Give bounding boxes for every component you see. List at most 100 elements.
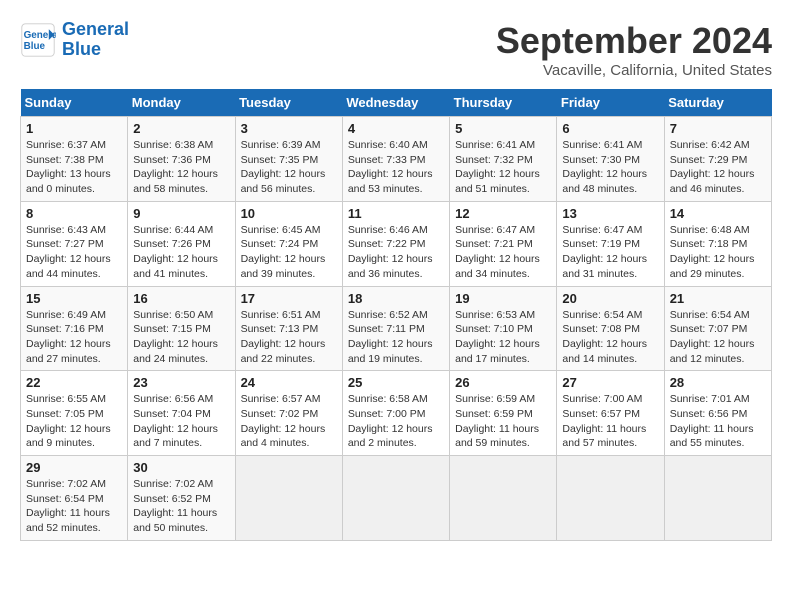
calendar-cell: 29 Sunrise: 7:02 AM Sunset: 6:54 PM Dayli… bbox=[21, 456, 128, 541]
calendar-cell bbox=[450, 456, 557, 541]
day-number: 2 bbox=[133, 121, 229, 136]
calendar-cell: 25 Sunrise: 6:58 AM Sunset: 7:00 PM Dayli… bbox=[342, 371, 449, 456]
calendar-week-row: 22 Sunrise: 6:55 AM Sunset: 7:05 PM Dayli… bbox=[21, 371, 772, 456]
calendar-cell: 1 Sunrise: 6:37 AM Sunset: 7:38 PM Daylig… bbox=[21, 117, 128, 202]
day-number: 19 bbox=[455, 291, 551, 306]
calendar-cell: 12Sunrise: 6:47 AM Sunset: 7:21 PM Dayli… bbox=[450, 201, 557, 286]
calendar-cell: 11 Sunrise: 6:46 AM Sunset: 7:22 PM Dayli… bbox=[342, 201, 449, 286]
day-info: Sunrise: 6:39 AM Sunset: 7:35 PM Dayligh… bbox=[241, 138, 337, 197]
day-number: 24 bbox=[241, 375, 337, 390]
calendar-cell: 17 Sunrise: 6:51 AM Sunset: 7:13 PM Dayli… bbox=[235, 286, 342, 371]
day-number: 15 bbox=[26, 291, 122, 306]
calendar-cell: 7 Sunrise: 6:42 AM Sunset: 7:29 PM Daylig… bbox=[664, 117, 771, 202]
day-info: Sunrise: 6:37 AM Sunset: 7:38 PM Dayligh… bbox=[26, 138, 122, 197]
calendar-cell: 22 Sunrise: 6:55 AM Sunset: 7:05 PM Dayli… bbox=[21, 371, 128, 456]
calendar-cell: 5 Sunrise: 6:41 AM Sunset: 7:32 PM Daylig… bbox=[450, 117, 557, 202]
title-block: September 2024 Vacaville, California, Un… bbox=[496, 20, 772, 79]
day-number: 7 bbox=[670, 121, 766, 136]
day-number: 29 bbox=[26, 460, 122, 475]
day-info: Sunrise: 6:51 AM Sunset: 7:13 PM Dayligh… bbox=[241, 308, 337, 367]
calendar-cell: 2 Sunrise: 6:38 AM Sunset: 7:36 PM Daylig… bbox=[128, 117, 235, 202]
day-number: 13 bbox=[562, 206, 658, 221]
calendar-header-row: SundayMondayTuesdayWednesdayThursdayFrid… bbox=[21, 89, 772, 117]
calendar-cell: 18 Sunrise: 6:52 AM Sunset: 7:11 PM Dayli… bbox=[342, 286, 449, 371]
day-info: Sunrise: 6:55 AM Sunset: 7:05 PM Dayligh… bbox=[26, 392, 122, 451]
day-number: 5 bbox=[455, 121, 551, 136]
calendar-cell: 15 Sunrise: 6:49 AM Sunset: 7:16 PM Dayli… bbox=[21, 286, 128, 371]
calendar-cell bbox=[342, 456, 449, 541]
day-info: Sunrise: 6:52 AM Sunset: 7:11 PM Dayligh… bbox=[348, 308, 444, 367]
calendar-cell: 8 Sunrise: 6:43 AM Sunset: 7:27 PM Daylig… bbox=[21, 201, 128, 286]
day-number: 6 bbox=[562, 121, 658, 136]
calendar-week-row: 8 Sunrise: 6:43 AM Sunset: 7:27 PM Daylig… bbox=[21, 201, 772, 286]
day-info: Sunrise: 7:00 AM Sunset: 6:57 PM Dayligh… bbox=[562, 392, 658, 451]
day-info: Sunrise: 6:49 AM Sunset: 7:16 PM Dayligh… bbox=[26, 308, 122, 367]
column-header-sunday: Sunday bbox=[21, 89, 128, 117]
column-header-monday: Monday bbox=[128, 89, 235, 117]
calendar-subtitle: Vacaville, California, United States bbox=[496, 62, 772, 79]
calendar-cell: 21 Sunrise: 6:54 AM Sunset: 7:07 PM Dayli… bbox=[664, 286, 771, 371]
column-header-wednesday: Wednesday bbox=[342, 89, 449, 117]
day-info: Sunrise: 6:57 AM Sunset: 7:02 PM Dayligh… bbox=[241, 392, 337, 451]
day-number: 11 bbox=[348, 206, 444, 221]
day-number: 21 bbox=[670, 291, 766, 306]
day-info: Sunrise: 6:43 AM Sunset: 7:27 PM Dayligh… bbox=[26, 223, 122, 282]
logo: General Blue GeneralBlue bbox=[20, 20, 129, 60]
day-info: Sunrise: 6:42 AM Sunset: 7:29 PM Dayligh… bbox=[670, 138, 766, 197]
day-info: Sunrise: 6:48 AM Sunset: 7:18 PM Dayligh… bbox=[670, 223, 766, 282]
calendar-cell bbox=[557, 456, 664, 541]
day-number: 10 bbox=[241, 206, 337, 221]
svg-text:Blue: Blue bbox=[24, 41, 46, 52]
day-info: Sunrise: 7:01 AM Sunset: 6:56 PM Dayligh… bbox=[670, 392, 766, 451]
day-number: 14 bbox=[670, 206, 766, 221]
calendar-title: September 2024 bbox=[496, 20, 772, 62]
calendar-week-row: 29 Sunrise: 7:02 AM Sunset: 6:54 PM Dayli… bbox=[21, 456, 772, 541]
day-info: Sunrise: 6:50 AM Sunset: 7:15 PM Dayligh… bbox=[133, 308, 229, 367]
day-info: Sunrise: 7:02 AM Sunset: 6:52 PM Dayligh… bbox=[133, 477, 229, 536]
day-number: 23 bbox=[133, 375, 229, 390]
calendar-cell: 14 Sunrise: 6:48 AM Sunset: 7:18 PM Dayli… bbox=[664, 201, 771, 286]
calendar-cell: 28 Sunrise: 7:01 AM Sunset: 6:56 PM Dayli… bbox=[664, 371, 771, 456]
day-number: 17 bbox=[241, 291, 337, 306]
page-header: General Blue GeneralBlue September 2024 … bbox=[20, 20, 772, 79]
calendar-cell: 30 Sunrise: 7:02 AM Sunset: 6:52 PM Dayli… bbox=[128, 456, 235, 541]
day-number: 8 bbox=[26, 206, 122, 221]
day-info: Sunrise: 6:46 AM Sunset: 7:22 PM Dayligh… bbox=[348, 223, 444, 282]
day-info: Sunrise: 7:02 AM Sunset: 6:54 PM Dayligh… bbox=[26, 477, 122, 536]
calendar-cell bbox=[664, 456, 771, 541]
day-info: Sunrise: 6:54 AM Sunset: 7:07 PM Dayligh… bbox=[670, 308, 766, 367]
column-header-thursday: Thursday bbox=[450, 89, 557, 117]
calendar-cell: 6 Sunrise: 6:41 AM Sunset: 7:30 PM Daylig… bbox=[557, 117, 664, 202]
day-info: Sunrise: 6:41 AM Sunset: 7:30 PM Dayligh… bbox=[562, 138, 658, 197]
day-info: Sunrise: 6:54 AM Sunset: 7:08 PM Dayligh… bbox=[562, 308, 658, 367]
calendar-cell: 23 Sunrise: 6:56 AM Sunset: 7:04 PM Dayli… bbox=[128, 371, 235, 456]
day-number: 25 bbox=[348, 375, 444, 390]
day-number: 30 bbox=[133, 460, 229, 475]
calendar-cell: 19 Sunrise: 6:53 AM Sunset: 7:10 PM Dayli… bbox=[450, 286, 557, 371]
day-info: Sunrise: 6:56 AM Sunset: 7:04 PM Dayligh… bbox=[133, 392, 229, 451]
day-info: Sunrise: 6:38 AM Sunset: 7:36 PM Dayligh… bbox=[133, 138, 229, 197]
day-info: Sunrise: 6:59 AM Sunset: 6:59 PM Dayligh… bbox=[455, 392, 551, 451]
day-info: Sunrise: 6:58 AM Sunset: 7:00 PM Dayligh… bbox=[348, 392, 444, 451]
day-number: 20 bbox=[562, 291, 658, 306]
day-number: 18 bbox=[348, 291, 444, 306]
calendar-table: SundayMondayTuesdayWednesdayThursdayFrid… bbox=[20, 89, 772, 541]
column-header-friday: Friday bbox=[557, 89, 664, 117]
calendar-cell: 24 Sunrise: 6:57 AM Sunset: 7:02 PM Dayli… bbox=[235, 371, 342, 456]
day-info: Sunrise: 6:41 AM Sunset: 7:32 PM Dayligh… bbox=[455, 138, 551, 197]
day-number: 12 bbox=[455, 206, 551, 221]
calendar-cell: 13Sunrise: 6:47 AM Sunset: 7:19 PM Dayli… bbox=[557, 201, 664, 286]
day-number: 28 bbox=[670, 375, 766, 390]
day-number: 3 bbox=[241, 121, 337, 136]
column-header-tuesday: Tuesday bbox=[235, 89, 342, 117]
day-info: Sunrise: 6:44 AM Sunset: 7:26 PM Dayligh… bbox=[133, 223, 229, 282]
day-number: 22 bbox=[26, 375, 122, 390]
logo-text: GeneralBlue bbox=[62, 20, 129, 60]
day-info: Sunrise: 6:45 AM Sunset: 7:24 PM Dayligh… bbox=[241, 223, 337, 282]
calendar-cell: 20 Sunrise: 6:54 AM Sunset: 7:08 PM Dayli… bbox=[557, 286, 664, 371]
day-info: Sunrise: 6:53 AM Sunset: 7:10 PM Dayligh… bbox=[455, 308, 551, 367]
day-info: Sunrise: 6:40 AM Sunset: 7:33 PM Dayligh… bbox=[348, 138, 444, 197]
day-number: 9 bbox=[133, 206, 229, 221]
day-number: 26 bbox=[455, 375, 551, 390]
day-number: 1 bbox=[26, 121, 122, 136]
